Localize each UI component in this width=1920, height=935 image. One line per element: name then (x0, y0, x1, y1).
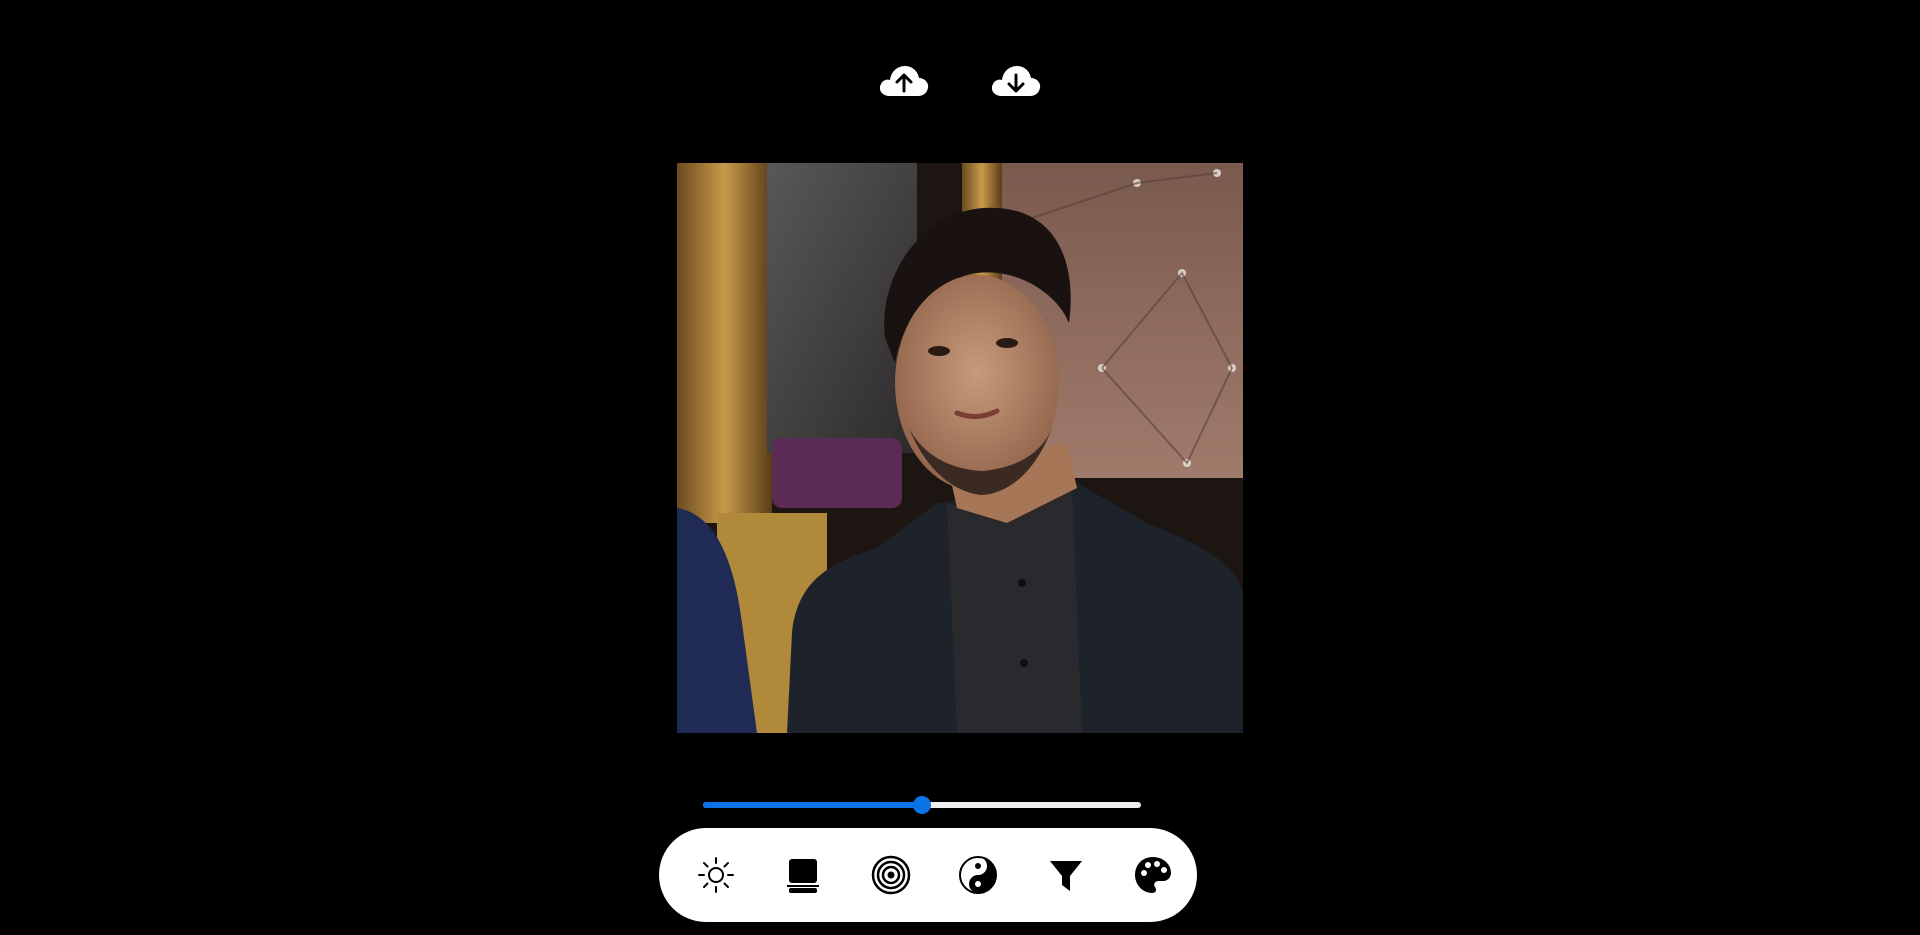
blur-button[interactable] (871, 855, 911, 895)
color-palette-button[interactable] (1133, 855, 1173, 895)
concentric-circles-icon (871, 855, 911, 895)
palette-icon (1135, 857, 1171, 893)
brightness-button[interactable] (696, 855, 736, 895)
cloud-download-icon (991, 66, 1041, 96)
portrait-image (677, 163, 1243, 733)
cloud-upload-icon (879, 66, 929, 96)
photo-preview (677, 163, 1243, 733)
filter-button[interactable] (1046, 855, 1086, 895)
filter-toolbar (659, 828, 1197, 922)
adjustment-slider[interactable] (703, 796, 1141, 814)
download-button[interactable] (988, 58, 1044, 102)
sun-icon (698, 857, 734, 893)
yin-yang-icon (959, 856, 997, 894)
funnel-icon (1050, 861, 1082, 891)
editor-stage (0, 0, 1920, 935)
slider-thumb[interactable] (913, 796, 931, 814)
slider-fill (703, 802, 922, 808)
contrast-icon (787, 859, 819, 893)
contrast-button[interactable] (783, 855, 823, 895)
upload-button[interactable] (876, 58, 932, 102)
grayscale-button[interactable] (958, 855, 998, 895)
